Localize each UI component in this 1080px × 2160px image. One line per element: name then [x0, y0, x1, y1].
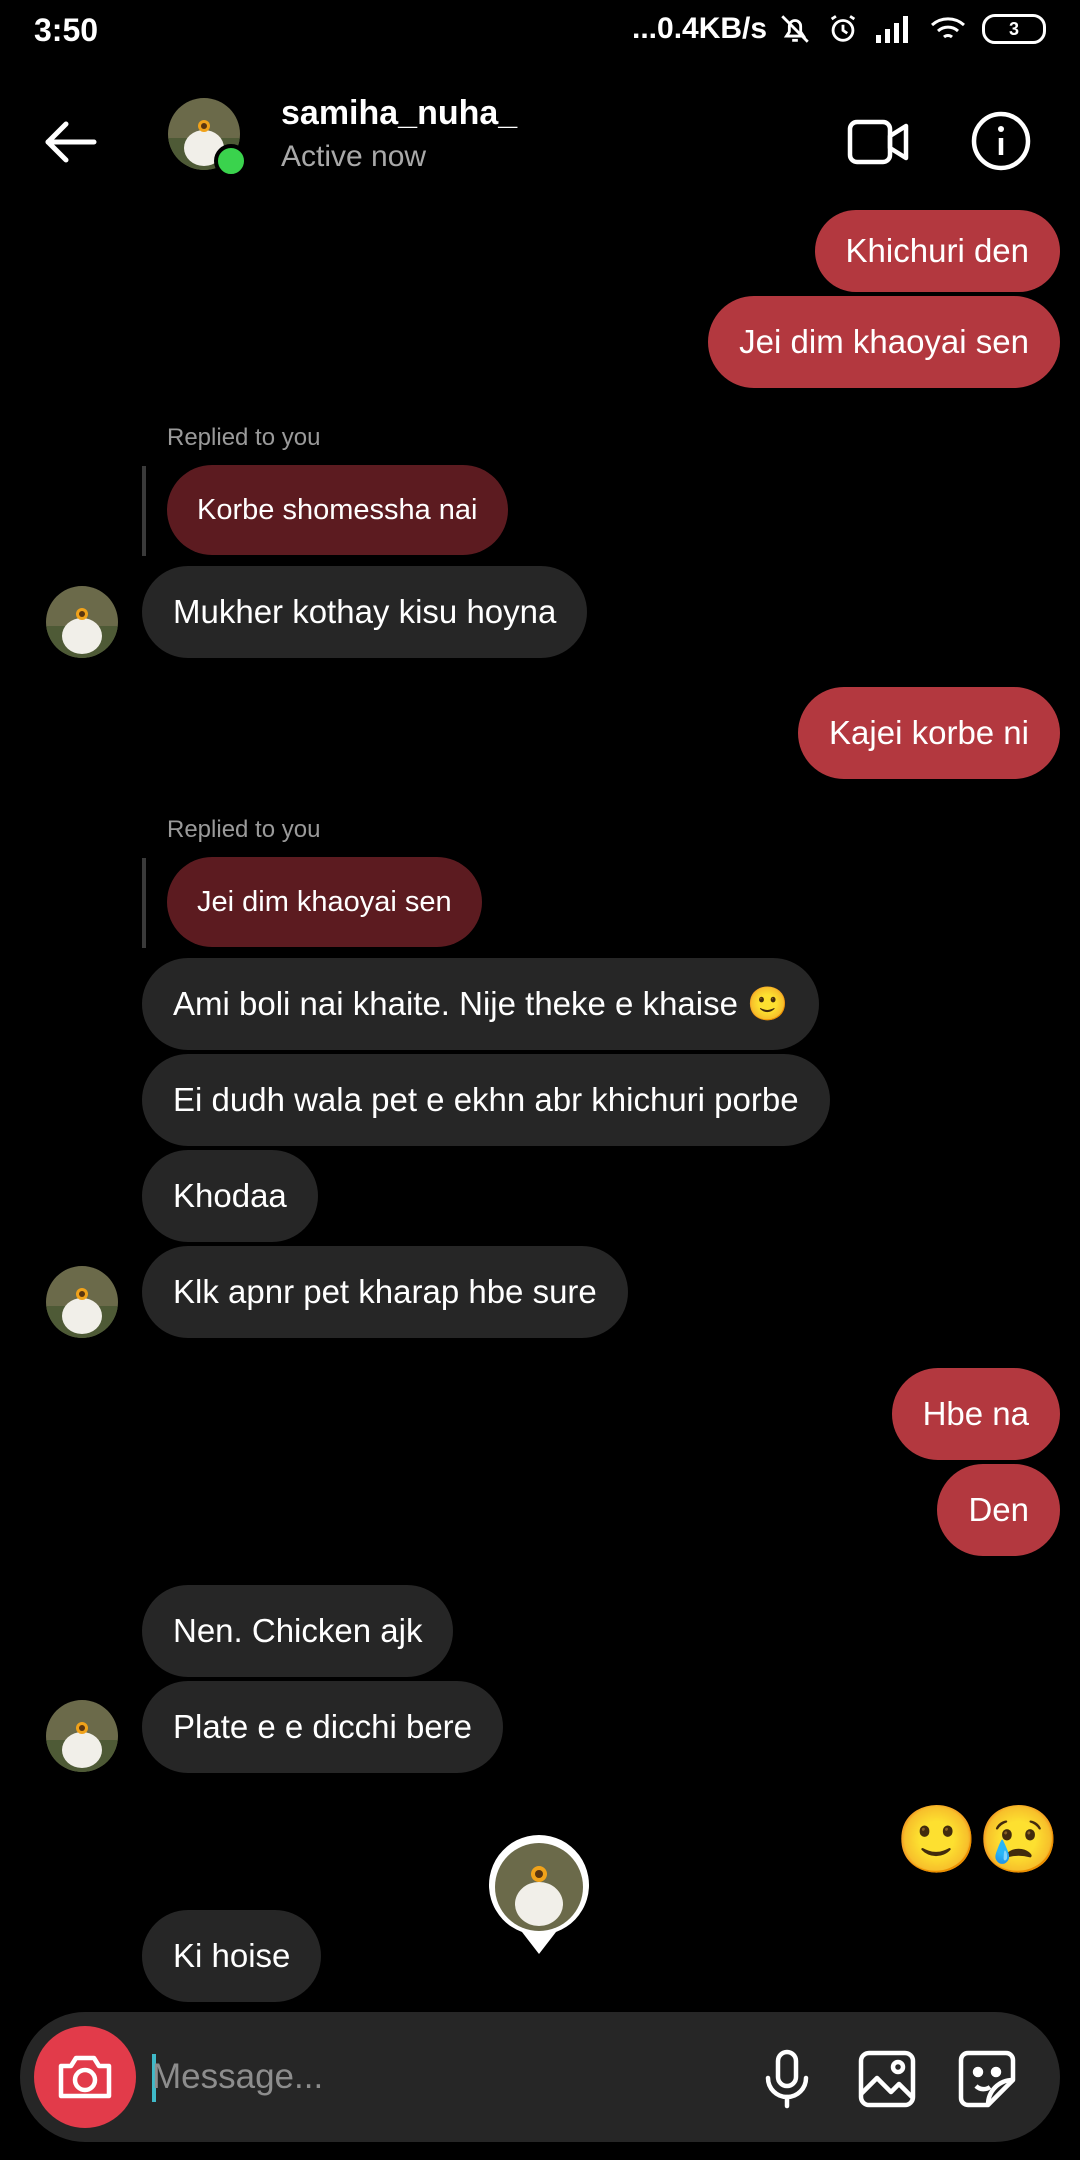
- message-outgoing[interactable]: Kajei korbe ni: [798, 687, 1060, 779]
- camera-button[interactable]: [34, 2026, 136, 2128]
- microphone-icon[interactable]: [756, 2048, 818, 2110]
- image-icon[interactable]: [856, 2048, 918, 2110]
- status-icons: 3: [778, 12, 1046, 46]
- wifi-icon: [931, 17, 965, 39]
- reply-label: Replied to you: [167, 424, 321, 451]
- reply-bar: [142, 858, 146, 948]
- message-incoming[interactable]: Ami boli nai khaite. Nije theke e khaise…: [142, 958, 820, 1050]
- emoji-message[interactable]: 🙂😢: [896, 1806, 1060, 1872]
- message-incoming[interactable]: Nen. Chicken ajk: [142, 1585, 454, 1677]
- message-incoming[interactable]: Plate e e dicchi bere: [142, 1681, 504, 1773]
- reply-bar: [142, 466, 146, 556]
- activity-status: Active now: [281, 140, 427, 173]
- contact-name[interactable]: samiha_nuha_: [281, 94, 517, 133]
- message-incoming[interactable]: Ei dudh wala pet e ekhn abr khichuri por…: [142, 1054, 830, 1146]
- message-outgoing[interactable]: Khichuri den: [814, 210, 1060, 292]
- mute-bell-icon: [781, 15, 809, 43]
- message-input[interactable]: [152, 2052, 712, 2102]
- online-indicator: [214, 144, 248, 178]
- battery-level: 3: [1008, 18, 1019, 39]
- typing-avatar-bubble: [489, 1834, 589, 1954]
- info-circle-icon[interactable]: [970, 110, 1032, 172]
- message-incoming[interactable]: Mukher kothay kisu hoyna: [142, 566, 588, 658]
- chat-header: samiha_nuha_ Active now: [0, 80, 1080, 200]
- message-outgoing[interactable]: Hbe na: [891, 1368, 1060, 1460]
- reply-label: Replied to you: [167, 816, 321, 843]
- signal-icon: [876, 16, 908, 43]
- status-bar: 3:50 ...0.4KB/s 3: [0, 0, 1080, 64]
- message-outgoing[interactable]: Den: [937, 1464, 1060, 1556]
- status-time: 3:50: [34, 12, 99, 48]
- message-outgoing[interactable]: Jei dim khaoyai sen: [708, 296, 1060, 388]
- network-speed: ...0.4KB/s: [632, 12, 768, 45]
- avatar[interactable]: [46, 586, 118, 658]
- replied-message[interactable]: Jei dim khaoyai sen: [167, 857, 482, 947]
- video-camera-icon[interactable]: [846, 114, 910, 170]
- camera-icon: [58, 2055, 112, 2099]
- message-incoming[interactable]: Khodaa: [142, 1150, 318, 1242]
- battery-icon: 3: [982, 14, 1046, 44]
- arrow-left-icon[interactable]: [38, 110, 102, 174]
- avatar[interactable]: [46, 1700, 118, 1772]
- message-incoming[interactable]: Ki hoise: [142, 1910, 322, 2002]
- avatar[interactable]: [46, 1266, 118, 1338]
- message-composer: [20, 2012, 1060, 2142]
- alarm-icon: [830, 15, 856, 42]
- replied-message[interactable]: Korbe shomessha nai: [167, 465, 508, 555]
- sticker-icon[interactable]: [956, 2048, 1018, 2110]
- message-incoming[interactable]: Klk apnr pet kharap hbe sure: [142, 1246, 628, 1338]
